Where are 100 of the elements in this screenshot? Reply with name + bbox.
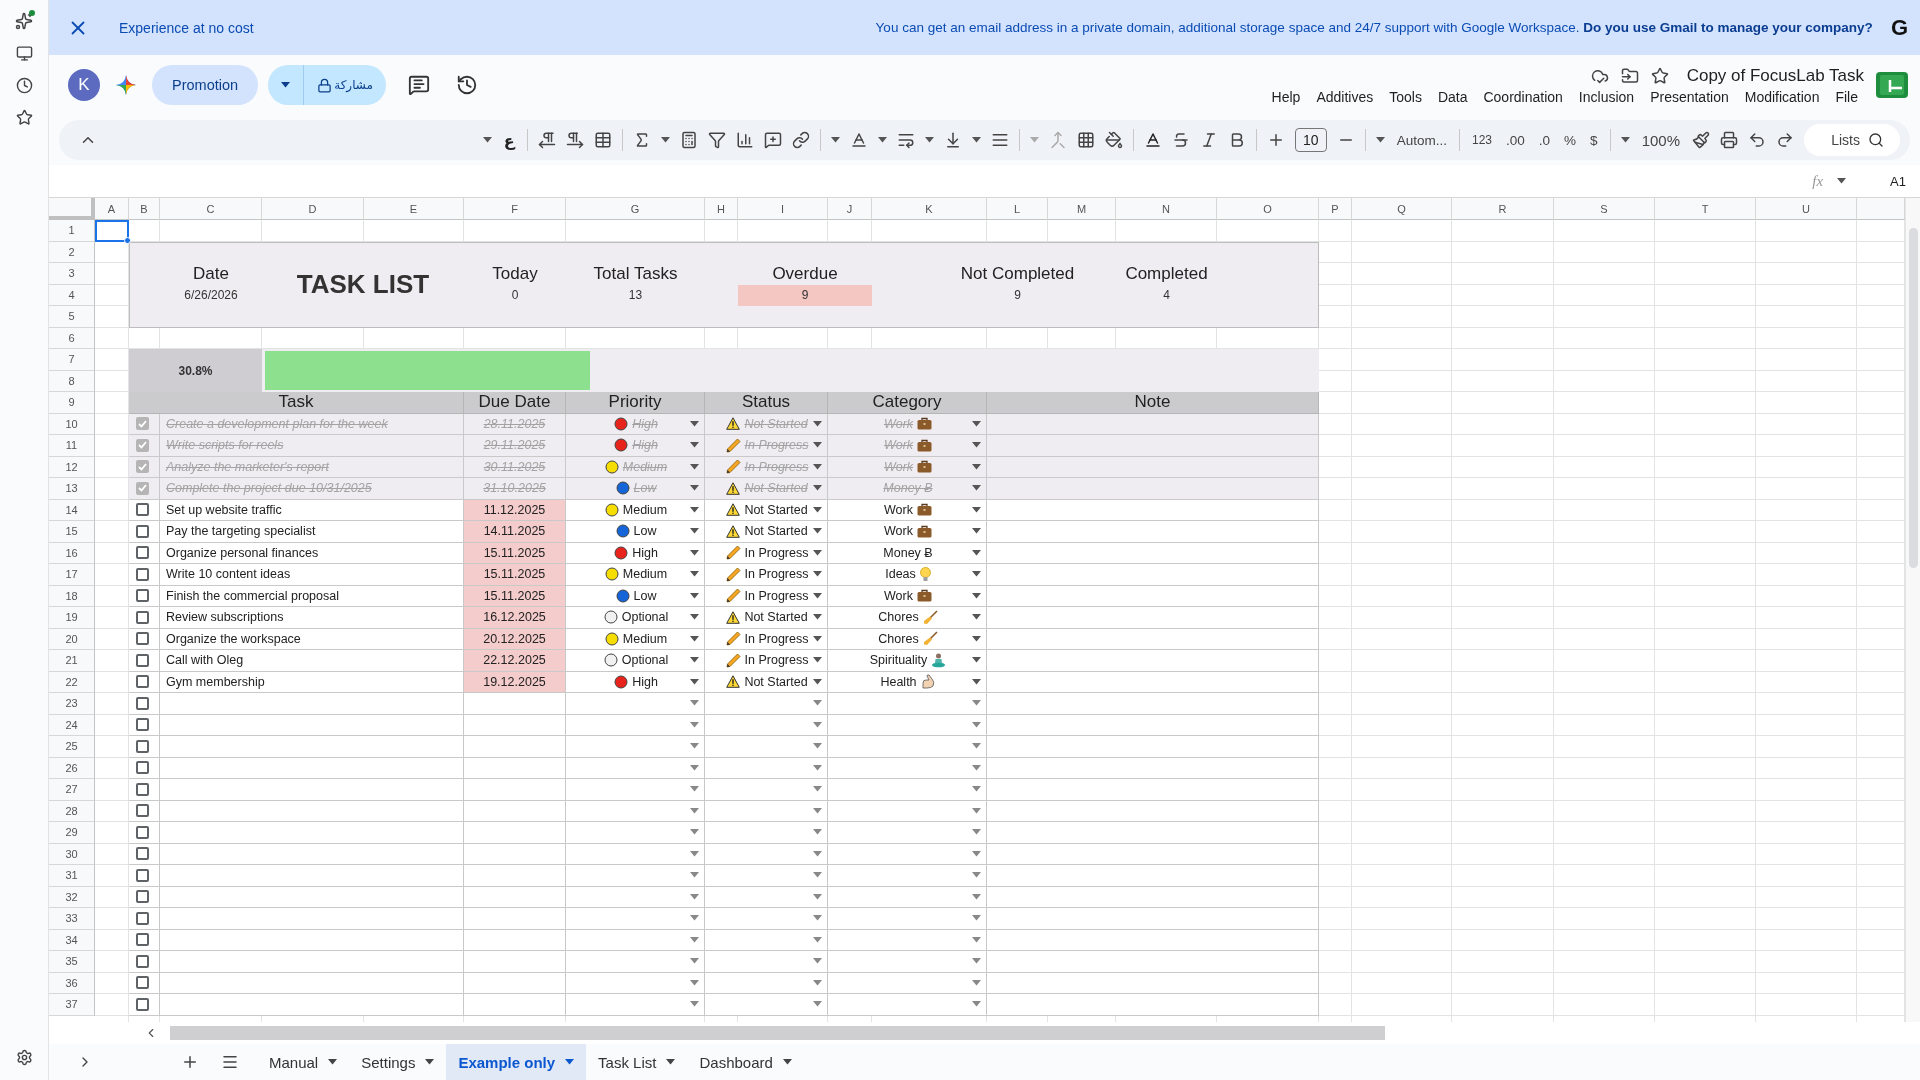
task-checkbox[interactable]	[136, 417, 149, 431]
text-rotation-icon[interactable]	[849, 131, 868, 149]
row-number[interactable]: 10	[49, 413, 95, 435]
dropdown-caret-icon[interactable]	[690, 786, 699, 793]
priority-dropdown[interactable]: High	[566, 671, 705, 693]
column-header[interactable]: K	[872, 198, 987, 220]
dropdown-caret-icon[interactable]	[972, 442, 981, 449]
menu-item[interactable]: Modification	[1738, 88, 1826, 105]
dropdown-caret-icon[interactable]	[690, 1001, 699, 1008]
status-dropdown[interactable]: Not Started	[705, 607, 828, 629]
task-checkbox[interactable]	[136, 911, 149, 925]
status-dropdown[interactable]: Not Started	[705, 499, 828, 521]
task-checkbox[interactable]	[136, 438, 149, 452]
column-header[interactable]: S	[1554, 198, 1655, 220]
dropdown-caret-icon[interactable]	[972, 764, 981, 771]
dropdown-caret-icon[interactable]	[690, 915, 699, 922]
dropdown-caret-icon[interactable]	[813, 420, 822, 427]
horizontal-scrollbar[interactable]	[170, 1026, 1385, 1040]
dropdown-caret-icon[interactable]	[813, 979, 822, 986]
dropdown-caret-icon[interactable]	[690, 592, 699, 599]
caret-icon[interactable]	[782, 1059, 792, 1065]
task-checkbox[interactable]	[136, 653, 149, 667]
dropdown-caret-icon[interactable]	[690, 979, 699, 986]
dropdown-caret-icon[interactable]	[690, 635, 699, 642]
document-title[interactable]: Copy of FocusLab Task	[1686, 65, 1864, 86]
dropdown-caret-icon[interactable]	[690, 958, 699, 965]
dropdown-caret-icon[interactable]	[813, 592, 822, 599]
dropdown-caret-icon[interactable]	[972, 571, 981, 578]
sheet-tab[interactable]: Task List	[586, 1044, 688, 1080]
vertical-scrollbar[interactable]	[1905, 198, 1920, 1022]
priority-dropdown[interactable]: Optional	[566, 650, 705, 672]
dropdown-caret-icon[interactable]	[972, 958, 981, 965]
caret-icon[interactable]	[565, 1059, 575, 1065]
dropdown-caret-icon[interactable]	[690, 743, 699, 750]
borders-icon[interactable]	[1076, 131, 1095, 149]
menu-item[interactable]: Tools	[1383, 88, 1428, 105]
row-number[interactable]: 22	[49, 671, 95, 693]
align-icon[interactable]	[990, 131, 1009, 149]
task-checkbox[interactable]	[136, 804, 149, 818]
dropdown-caret-icon[interactable]	[972, 549, 981, 556]
column-header[interactable]: L	[987, 198, 1048, 220]
menu-item[interactable]: Inclusion	[1572, 88, 1641, 105]
task-checkbox[interactable]	[136, 460, 149, 474]
dropdown-caret-icon[interactable]	[690, 807, 699, 814]
dropdown-caret-icon[interactable]	[690, 485, 699, 492]
dropdown-caret-icon[interactable]	[972, 936, 981, 943]
dropdown-caret-icon[interactable]	[972, 463, 981, 470]
column-header[interactable]: R	[1452, 198, 1554, 220]
dropdown-caret-icon[interactable]	[690, 463, 699, 470]
add-comment-icon[interactable]	[763, 131, 782, 149]
dropdown-caret-icon[interactable]	[690, 872, 699, 879]
sheet-tab[interactable]: Dashboard	[687, 1044, 804, 1080]
row-number[interactable]: 1	[49, 220, 95, 242]
caret-icon[interactable]	[1837, 178, 1847, 184]
task-checkbox[interactable]	[136, 868, 149, 882]
status-dropdown[interactable]: In Progress	[705, 542, 828, 564]
status-dropdown[interactable]: In Progress	[705, 585, 828, 607]
caret-icon[interactable]	[660, 137, 670, 143]
dropdown-caret-icon[interactable]	[813, 614, 822, 621]
dropdown-caret-icon[interactable]	[972, 915, 981, 922]
decrease-decimals-button[interactable]: .0	[1536, 130, 1553, 150]
dropdown-caret-icon[interactable]	[972, 678, 981, 685]
dropdown-caret-icon[interactable]	[690, 850, 699, 857]
dropdown-caret-icon[interactable]	[813, 915, 822, 922]
dropdown-caret-icon[interactable]	[972, 1001, 981, 1008]
dropdown-caret-icon[interactable]	[813, 442, 822, 449]
task-checkbox[interactable]	[136, 933, 149, 947]
dropdown-caret-icon[interactable]	[690, 936, 699, 943]
search-bar[interactable]: Lists	[1804, 124, 1900, 156]
folder-icon[interactable]	[1620, 66, 1639, 85]
dropdown-caret-icon[interactable]	[972, 743, 981, 750]
priority-dropdown[interactable]: High	[566, 542, 705, 564]
dropdown-caret-icon[interactable]	[972, 506, 981, 513]
font-dropdown[interactable]: Autom...	[1394, 130, 1449, 150]
row-number[interactable]: 36	[49, 972, 95, 994]
status-dropdown[interactable]: Not Started	[705, 521, 828, 543]
caret-icon[interactable]	[1375, 137, 1385, 143]
dropdown-caret-icon[interactable]	[972, 721, 981, 728]
row-number[interactable]: 27	[49, 779, 95, 801]
task-checkbox[interactable]	[136, 782, 149, 796]
priority-dropdown[interactable]: Low	[566, 585, 705, 607]
dropdown-caret-icon[interactable]	[972, 657, 981, 664]
dropdown-caret-icon[interactable]	[813, 721, 822, 728]
dropdown-caret-icon[interactable]	[813, 657, 822, 664]
column-header[interactable]: H	[705, 198, 738, 220]
priority-dropdown[interactable]: Medium	[566, 628, 705, 650]
task-checkbox[interactable]	[136, 632, 149, 646]
category-dropdown[interactable]: Work	[828, 521, 987, 543]
currency-button[interactable]: $	[1588, 130, 1600, 150]
caret-icon[interactable]	[666, 1059, 676, 1065]
caret-icon[interactable]	[482, 137, 492, 143]
link-icon[interactable]	[791, 131, 810, 149]
row-number[interactable]: 9	[49, 392, 95, 414]
row-number[interactable]: 29	[49, 822, 95, 844]
row-number[interactable]: 8	[49, 370, 95, 392]
sheet-tab[interactable]: Example only	[446, 1044, 587, 1080]
dropdown-caret-icon[interactable]	[813, 571, 822, 578]
dropdown-caret-icon[interactable]	[690, 700, 699, 707]
row-number[interactable]: 33	[49, 908, 95, 930]
row-number[interactable]: 4	[49, 284, 95, 306]
